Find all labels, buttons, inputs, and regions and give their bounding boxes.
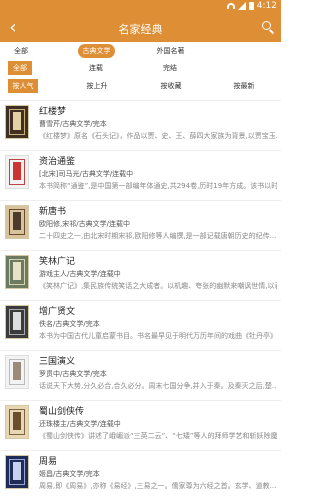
book-description: 《笑林广记》,集民族传统笑话之大成者。以机趣、夸张的幽默来嘲讽世情,以表... — [39, 282, 277, 290]
book-title: 笑林广记 — [39, 257, 76, 267]
battery-icon — [248, 2, 254, 10]
book-cover — [5, 255, 29, 289]
book-meta: 曹雪芹/古典文学/完本 — [39, 120, 107, 128]
status-icons: 4:12 — [226, 1, 277, 11]
book-cover — [5, 405, 29, 439]
category-classic-literature[interactable]: 古典文学 — [78, 44, 115, 58]
book-item[interactable]: 笑林广记 游戏主人/古典文学/连载中 《笑林广记》,集民族传统笑话之大成者。以机… — [0, 250, 281, 298]
book-title: 新唐书 — [39, 207, 67, 217]
sort-by-rising[interactable]: 按上升 — [82, 79, 112, 93]
app-bar: ‹ 名家经典 — [0, 14, 281, 42]
book-cover — [5, 355, 29, 389]
book-cover — [5, 155, 29, 189]
book-meta: 还珠楼主/古典文学/连载中 — [39, 420, 121, 428]
page-title: 名家经典 — [118, 23, 163, 36]
filter-panel: 全部 古典文学 外国名著 全部 连载 完结 按人气 按上升 按收藏 按最新 — [0, 42, 281, 94]
book-title: 周易 — [39, 457, 58, 467]
sort-by-newest[interactable]: 按最新 — [229, 79, 259, 93]
book-meta: 罗贯中/古典文学/完本 — [39, 370, 107, 378]
book-description: 《红楼梦》原名《石头记》，作品以贾、史、王、薛四大家族为背景,以贾宝玉... — [39, 132, 277, 140]
category-foreign-classics[interactable]: 外国名著 — [152, 44, 189, 58]
status-all[interactable]: 全部 — [8, 61, 32, 75]
sort-filter-row: 按人气 按上升 按收藏 按最新 — [0, 79, 281, 95]
book-description: 《蜀山剑侠传》讲述了峨嵋派“三英二云”、“七矮”等人的拜师学艺和斩妖除魔... — [39, 432, 277, 440]
book-item[interactable]: 红楼梦 曹雪芹/古典文学/完本 《红楼梦》原名《石头记》，作品以贾、史、王、薛四… — [0, 100, 281, 148]
book-meta: 姬昌/古典文学/完本 — [39, 470, 100, 478]
status-time: 4:12 — [256, 1, 277, 11]
book-description: 本书简称“通鉴”,是中国第一部编年体通史,共294卷,历时19年方成。该书以时间… — [39, 182, 277, 190]
book-cover — [5, 455, 29, 489]
book-item[interactable]: 新唐书 欧阳修,宋祁/古典文学/连载中 二十四史之一,由北宋时期宋祁,欧阳修等人… — [0, 200, 281, 248]
book-title: 三国演义 — [39, 357, 76, 367]
status-serializing[interactable]: 连载 — [84, 61, 108, 75]
wifi-icon — [226, 3, 235, 9]
book-title: 增广贤文 — [39, 307, 76, 317]
sort-by-favorites[interactable]: 按收藏 — [156, 79, 186, 93]
book-item[interactable]: 增广贤文 佚名/古典文学/完本 本书为中国古代儿童启蒙书目。书名最早见于明代万历… — [0, 300, 281, 348]
book-item[interactable]: 蜀山剑侠传 还珠楼主/古典文学/连载中 《蜀山剑侠传》讲述了峨嵋派“三英二云”、… — [0, 400, 281, 448]
book-title: 资治通鉴 — [39, 157, 76, 167]
book-item[interactable]: 周易 姬昌/古典文学/完本 周易,即《周易》,亦称《易经》,三易之一。儒家尊为六… — [0, 450, 281, 498]
book-description: 本书为中国古代儿童启蒙书目。书名最早见于明代万历年间的戏曲《牡丹亭》... — [39, 332, 277, 340]
category-all[interactable]: 全部 — [9, 44, 33, 58]
category-filter-row: 全部 古典文学 外国名著 — [0, 44, 281, 60]
signal-icon — [237, 2, 246, 10]
book-item[interactable]: 三国演义 罗贯中/古典文学/完本 话说天下大势,分久必合,合久必分。周末七国分争… — [0, 350, 281, 398]
book-title: 蜀山剑侠传 — [39, 407, 85, 417]
book-item[interactable]: 资治通鉴 [北宋]司马光/古典文学/连载中 本书简称“通鉴”,是中国第一部编年体… — [0, 150, 281, 198]
book-meta: [北宋]司马光/古典文学/连载中 — [39, 170, 134, 178]
book-description: 话说天下大势,分久必合,合久必分。周末七国分争,并入于秦。及秦灭之后,楚... — [39, 382, 277, 390]
status-filter-row: 全部 连载 完结 — [0, 61, 281, 77]
book-description: 二十四史之一,由北宋时期宋祁,欧阳修等人编撰,是一部记载唐朝历史的纪传... — [39, 232, 277, 240]
book-meta: 佚名/古典文学/完本 — [39, 320, 100, 328]
book-cover — [5, 205, 29, 239]
book-description: 周易,即《周易》,亦称《易经》,三易之一。儒家尊为六经之首。玄学、道教... — [39, 482, 277, 490]
status-completed[interactable]: 完结 — [158, 61, 182, 75]
book-cover — [5, 305, 29, 339]
status-bar: 4:12 — [0, 0, 281, 14]
sort-by-popularity[interactable]: 按人气 — [8, 79, 38, 93]
book-meta: 欧阳修,宋祁/古典文学/连载中 — [39, 220, 130, 228]
book-meta: 游戏主人/古典文学/连载中 — [39, 270, 121, 278]
search-icon[interactable] — [261, 20, 275, 34]
book-title: 红楼梦 — [39, 107, 67, 117]
book-cover — [5, 105, 29, 139]
